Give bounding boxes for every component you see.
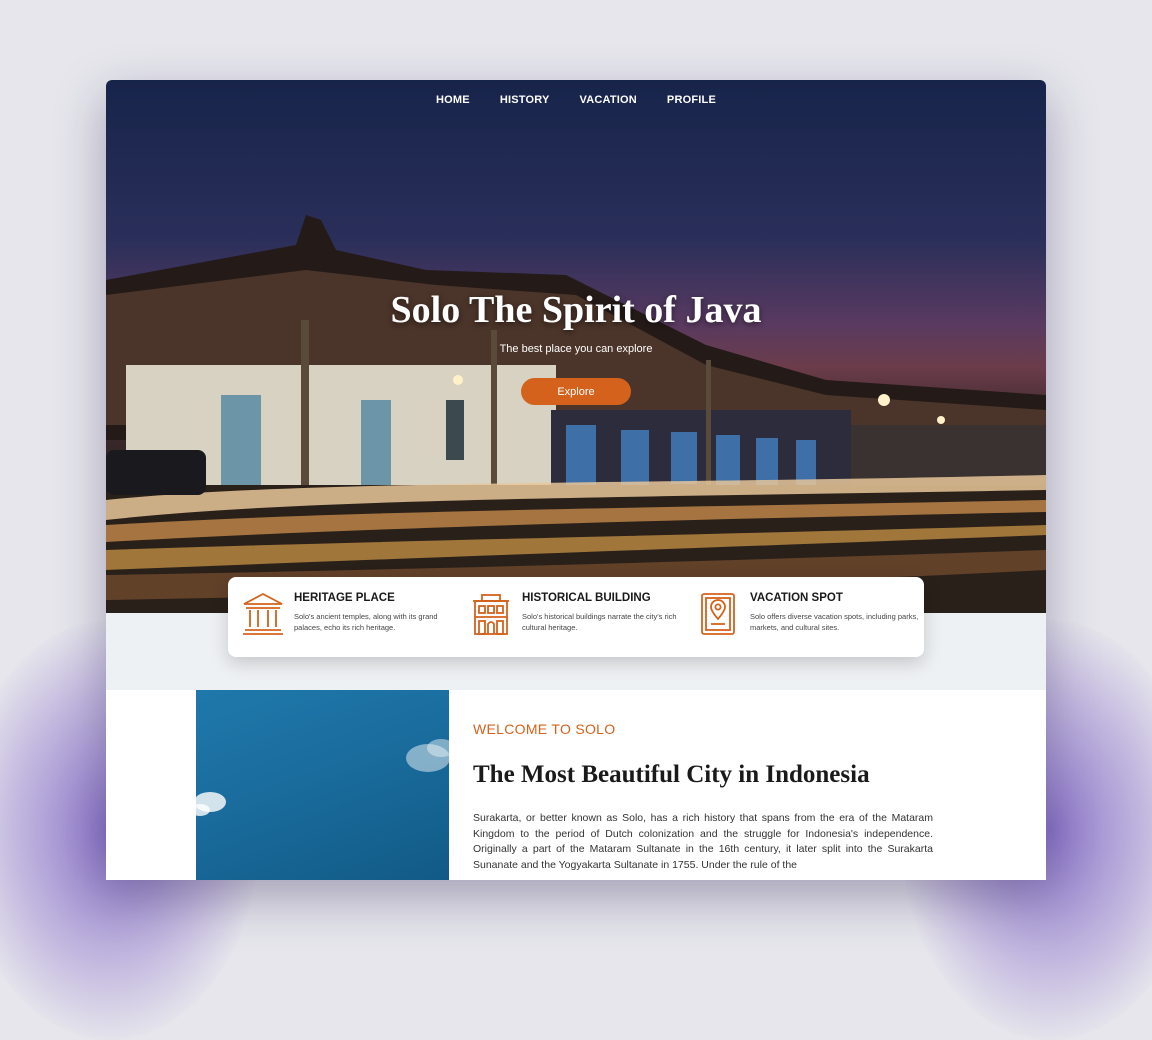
feature-title: HISTORICAL BUILDING — [522, 592, 651, 604]
building-icon — [473, 594, 509, 635]
about-tagline: WELCOME TO SOLO — [473, 721, 616, 737]
nav-home[interactable]: HOME — [436, 94, 470, 106]
feature-title: HERITAGE PLACE — [294, 592, 395, 604]
nav-vacation[interactable]: VACATION — [580, 94, 637, 106]
nav-history[interactable]: HISTORY — [500, 94, 550, 106]
hero-title: Solo The Spirit of Java — [390, 289, 762, 331]
hero-subtitle: The best place you can explore — [499, 343, 653, 355]
feature-description: Solo's historical buildings narrate the … — [522, 612, 677, 632]
temple-icon — [243, 592, 283, 635]
feature-title: VACATION SPOT — [750, 592, 843, 604]
feature-description: Solo's ancient temples, along with its g… — [294, 612, 438, 632]
main-nav: HOME HISTORY VACATION PROFILE — [106, 94, 1046, 106]
map-pin-icon — [701, 593, 735, 635]
explore-button[interactable]: Explore — [521, 378, 631, 405]
browser-page: HOME HISTORY VACATION PROFILE Solo The S… — [106, 80, 1046, 880]
about-image — [196, 690, 449, 880]
feature-description: Solo offers diverse vacation spots, incl… — [750, 612, 919, 632]
feature-heritage-place: HERITAGE PLACE Solo's ancient temples, a… — [240, 591, 460, 641]
sky-clouds-image — [196, 739, 449, 816]
feature-historical-building: HISTORICAL BUILDING Solo's historical bu… — [468, 591, 688, 641]
nav-profile[interactable]: PROFILE — [667, 94, 716, 106]
features-card: HERITAGE PLACE Solo's ancient temples, a… — [228, 577, 924, 657]
about-title: The Most Beautiful City in Indonesia — [473, 761, 870, 788]
hero-section: HOME HISTORY VACATION PROFILE Solo The S… — [106, 80, 1046, 613]
feature-vacation-spot: VACATION SPOT Solo offers diverse vacati… — [696, 591, 918, 641]
